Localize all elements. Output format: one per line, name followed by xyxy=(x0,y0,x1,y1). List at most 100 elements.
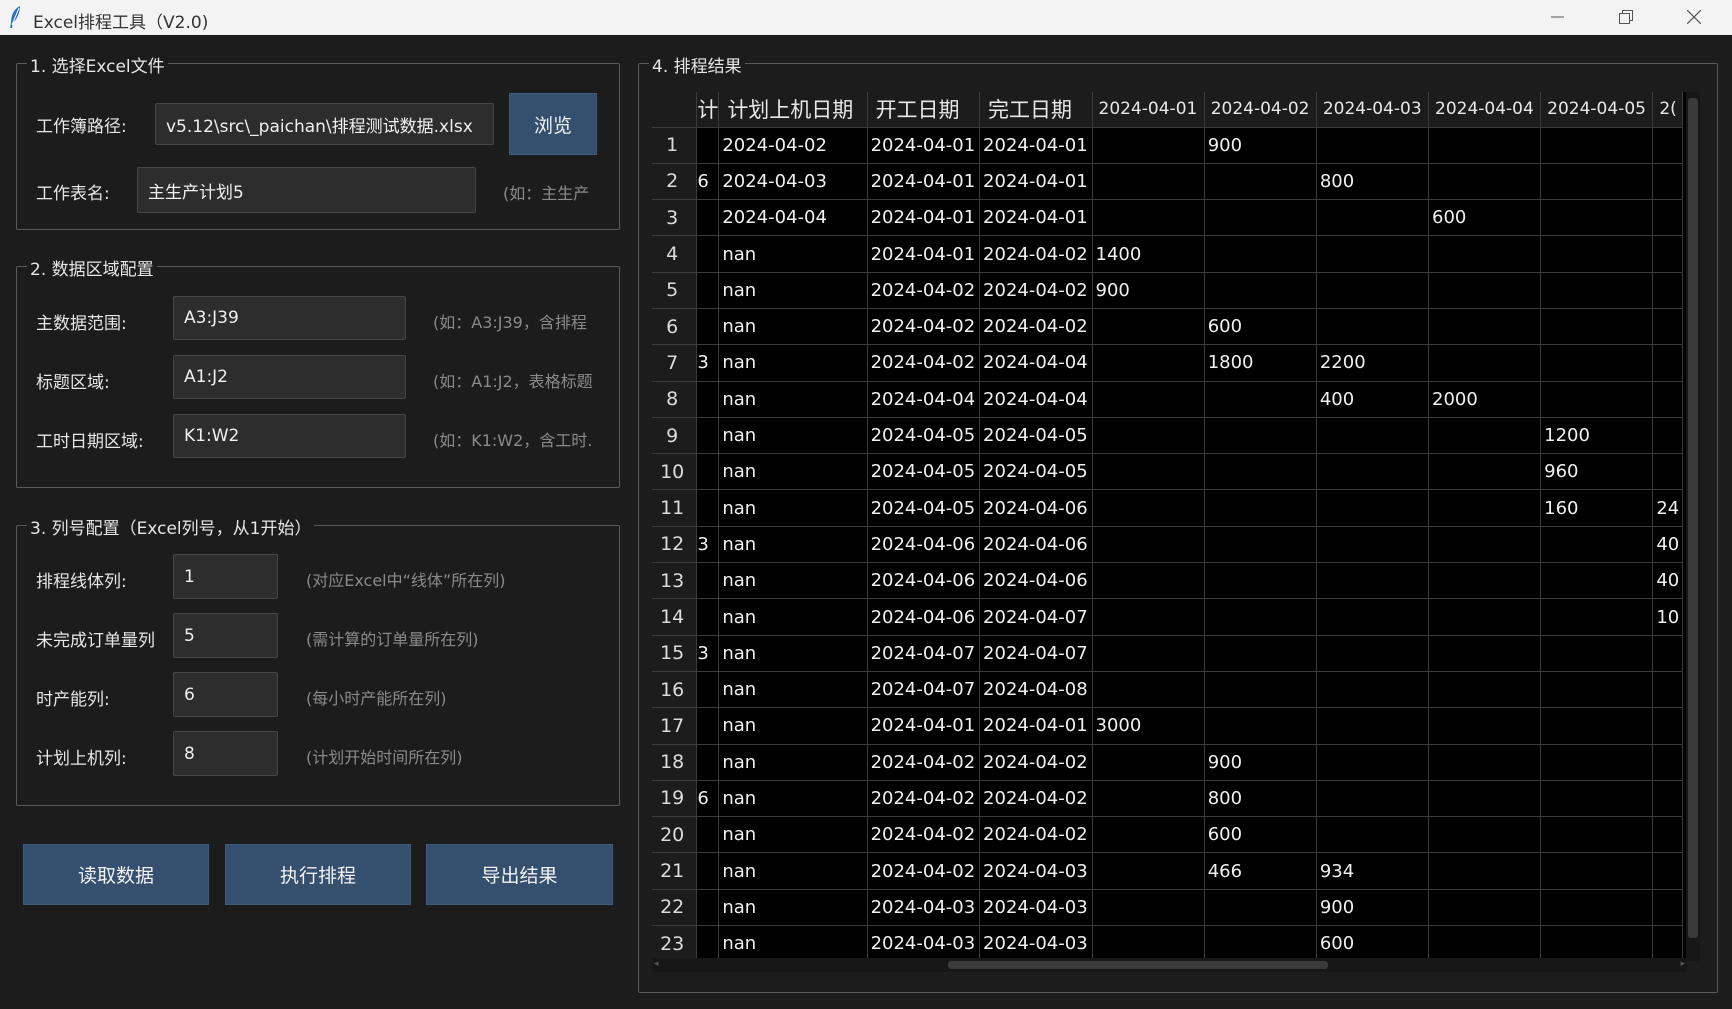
table-cell[interactable] xyxy=(1652,744,1683,781)
table-cell[interactable]: 2024-04-08 xyxy=(979,671,1093,709)
table-cell[interactable] xyxy=(1092,199,1205,237)
table-cell[interactable]: 2024-04-01 xyxy=(867,707,981,745)
table-cell[interactable] xyxy=(1540,381,1654,418)
sheet-name-input[interactable]: 主生产计划5 xyxy=(137,167,476,213)
table-cell[interactable]: 2024-04-06 xyxy=(979,562,1093,600)
read-data-button[interactable]: 读取数据 xyxy=(23,844,209,905)
table-cell[interactable]: 2024-04-02 xyxy=(867,308,981,346)
table-cell[interactable]: 900 xyxy=(1204,744,1317,781)
table-cell[interactable] xyxy=(1204,562,1317,600)
table-cell[interactable]: 2024-04-06 xyxy=(979,526,1093,564)
table-row[interactable]: 6 nan 2024-04-02 2024-04-02 600 xyxy=(652,308,1683,346)
table-cell[interactable]: 400 xyxy=(1316,381,1430,418)
scroll-left-icon[interactable]: ◂ xyxy=(654,959,659,969)
column-header[interactable]: 完工日期 xyxy=(979,92,1093,128)
table-row[interactable]: 9 nan 2024-04-05 2024-04-05 1200 xyxy=(652,417,1683,455)
table-cell[interactable]: 2024-04-05 xyxy=(979,417,1093,455)
table-cell[interactable] xyxy=(1092,453,1205,491)
table-cell[interactable] xyxy=(1316,417,1430,455)
table-cell[interactable] xyxy=(1316,671,1430,709)
table-cell[interactable] xyxy=(1092,381,1205,418)
table-cell[interactable]: 2024-04-05 xyxy=(867,489,981,527)
table-row[interactable]: 3 2024-04-04 2024-04-01 2024-04-01 600 xyxy=(652,199,1683,237)
table-row[interactable]: 17 nan 2024-04-01 2024-04-01 3000 xyxy=(652,707,1683,745)
table-cell[interactable]: 2024-04-02 xyxy=(979,816,1093,854)
table-cell[interactable] xyxy=(1204,453,1317,491)
table-cell[interactable]: nan xyxy=(718,635,868,672)
table-cell[interactable] xyxy=(1428,852,1542,890)
table-row[interactable]: 2 6 2024-04-03 2024-04-01 2024-04-01 800 xyxy=(652,163,1683,201)
table-cell[interactable]: nan xyxy=(718,780,868,818)
table-cell[interactable]: 2024-04-03 xyxy=(867,925,981,959)
table-row[interactable]: 22 nan 2024-04-03 2024-04-03 900 xyxy=(652,889,1683,927)
table-cell[interactable]: 2024-04-03 xyxy=(979,925,1093,959)
table-cell[interactable]: 2024-04-06 xyxy=(867,598,981,636)
table-cell[interactable]: nan xyxy=(718,308,868,346)
table-cell[interactable]: 600 xyxy=(1428,199,1542,237)
table-cell[interactable] xyxy=(1316,489,1430,527)
table-cell[interactable] xyxy=(1092,417,1205,455)
table-cell[interactable] xyxy=(1540,163,1654,201)
table-row[interactable]: 20 nan 2024-04-02 2024-04-02 600 xyxy=(652,816,1683,854)
table-cell[interactable] xyxy=(1540,889,1654,927)
table-cell[interactable]: 934 xyxy=(1316,852,1430,890)
table-cell[interactable]: 2024-04-02 xyxy=(867,852,981,890)
results-table[interactable]: 计计划上机日期 开工日期 完工日期 2024-04-01 2024-04-02 2024-… xyxy=(652,92,1687,959)
table-cell[interactable]: 800 xyxy=(1316,163,1430,201)
table-cell[interactable] xyxy=(1316,780,1430,818)
table-cell[interactable] xyxy=(1652,889,1683,927)
table-cell[interactable] xyxy=(1652,235,1683,273)
table-cell[interactable]: 6 xyxy=(696,780,720,818)
vertical-scrollbar[interactable] xyxy=(1686,92,1700,961)
table-cell[interactable] xyxy=(1428,635,1542,672)
table-cell[interactable] xyxy=(1092,852,1205,890)
table-cell[interactable]: 2024-04-05 xyxy=(867,417,981,455)
table-cell[interactable]: 2024-04-04 xyxy=(979,344,1093,382)
table-cell[interactable] xyxy=(1428,489,1542,527)
table-cell[interactable]: 900 xyxy=(1092,272,1205,309)
table-cell[interactable]: 2024-04-04 xyxy=(867,381,981,418)
table-cell[interactable]: 2024-04-02 xyxy=(867,272,981,309)
table-cell[interactable]: 2024-04-02 xyxy=(718,127,868,164)
table-cell[interactable]: 2024-04-05 xyxy=(979,453,1093,491)
table-cell[interactable] xyxy=(1204,235,1317,273)
table-cell[interactable]: 2024-04-03 xyxy=(979,889,1093,927)
column-header[interactable]: 开工日期 xyxy=(867,92,981,128)
table-cell[interactable] xyxy=(696,889,720,927)
table-row[interactable]: 21 nan 2024-04-02 2024-04-03 466 934 xyxy=(652,852,1683,890)
table-cell[interactable] xyxy=(1092,163,1205,201)
table-cell[interactable] xyxy=(1540,780,1654,818)
table-cell[interactable] xyxy=(1204,163,1317,201)
table-cell[interactable] xyxy=(1652,453,1683,491)
table-cell[interactable] xyxy=(1316,744,1430,781)
table-row[interactable]: 5 nan 2024-04-02 2024-04-02 900 xyxy=(652,272,1683,309)
table-row[interactable]: 10 nan 2024-04-05 2024-04-05 960 xyxy=(652,453,1683,491)
table-cell[interactable] xyxy=(696,598,720,636)
table-cell[interactable] xyxy=(1316,199,1430,237)
table-cell[interactable] xyxy=(1428,671,1542,709)
table-cell[interactable]: 600 xyxy=(1316,925,1430,959)
table-cell[interactable]: 1200 xyxy=(1540,417,1654,455)
table-cell[interactable]: 3 xyxy=(696,635,720,672)
table-cell[interactable]: 2024-04-02 xyxy=(979,780,1093,818)
table-cell[interactable]: 2024-04-04 xyxy=(979,381,1093,418)
table-cell[interactable] xyxy=(1428,526,1542,564)
table-cell[interactable] xyxy=(1540,852,1654,890)
table-cell[interactable]: 40 xyxy=(1652,526,1683,564)
table-cell[interactable] xyxy=(696,816,720,854)
table-cell[interactable]: 6 xyxy=(696,163,720,201)
table-cell[interactable]: nan xyxy=(718,235,868,273)
table-cell[interactable] xyxy=(1428,417,1542,455)
table-cell[interactable]: nan xyxy=(718,562,868,600)
table-cell[interactable] xyxy=(1540,562,1654,600)
table-cell[interactable] xyxy=(1652,635,1683,672)
table-cell[interactable] xyxy=(1428,889,1542,927)
table-cell[interactable] xyxy=(696,199,720,237)
table-cell[interactable]: 2024-04-04 xyxy=(718,199,868,237)
table-row[interactable]: 18 nan 2024-04-02 2024-04-02 900 xyxy=(652,744,1683,781)
table-cell[interactable] xyxy=(1652,381,1683,418)
table-cell[interactable]: 2024-04-02 xyxy=(867,744,981,781)
table-cell[interactable] xyxy=(696,308,720,346)
export-results-button[interactable]: 导出结果 xyxy=(426,844,613,905)
table-cell[interactable]: 2024-04-01 xyxy=(979,163,1093,201)
